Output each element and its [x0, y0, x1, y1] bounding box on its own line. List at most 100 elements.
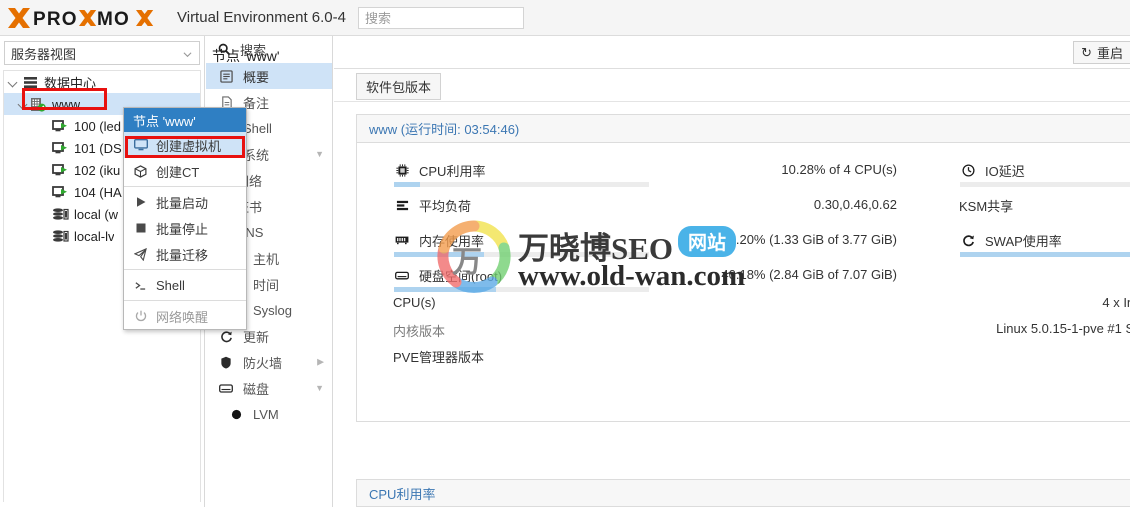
- tree-item-label: local (w: [74, 206, 119, 222]
- search-placeholder-text: 搜索: [364, 11, 391, 26]
- tab-bar: 软件包版本: [334, 69, 1130, 102]
- info-row-cpus: CPU(s) 4 x Inte: [393, 295, 1130, 321]
- chevron-right-icon: ▶: [317, 356, 324, 367]
- svg-text:PRO: PRO: [33, 9, 78, 29]
- context-menu-divider: [124, 300, 246, 301]
- metric-load-average: 平均负荷: [393, 196, 653, 231]
- view-selector[interactable]: 服务器视图: [4, 41, 200, 65]
- info-row-key: PVE管理器版本: [393, 350, 485, 365]
- tree-item-label: 100 (led: [74, 118, 121, 134]
- expand-twisty-icon[interactable]: [18, 99, 29, 110]
- metric-progress-bar: [960, 252, 1130, 257]
- tree-item-label: local-lv: [74, 228, 115, 244]
- tree-item-label: 数据中心: [44, 75, 97, 91]
- metric-label: 硬盘空间(root): [419, 268, 503, 284]
- context-menu-item-label: 创建虚拟机: [156, 138, 222, 154]
- qemu-vm-icon: [52, 185, 67, 197]
- status-panel: www (运行时间: 03:54:46) CPU利用率 平均负荷 内存使用率 硬…: [356, 114, 1130, 422]
- view-selector-label: 服务器视图: [11, 46, 77, 62]
- node-context-menu: 节点 'www' 创建虚拟机 创建CT 批量启动 批量停止 批量迁移 Shell…: [123, 107, 247, 330]
- info-row-pve-manager-version: PVE管理器版本: [393, 347, 1130, 373]
- context-menu-item-bulk-migrate[interactable]: 批量迁移: [124, 241, 246, 267]
- info-row-value: 4 x Inte: [1102, 295, 1130, 310]
- load-icon: [393, 199, 411, 212]
- tree-item-datacenter[interactable]: 数据中心: [4, 71, 200, 93]
- refresh-icon: [959, 234, 977, 247]
- clock-icon: [959, 163, 977, 177]
- context-menu-item-create-ct[interactable]: 创建CT: [124, 158, 246, 184]
- nav-item-label: Shell: [243, 120, 272, 136]
- context-menu-item-shell[interactable]: Shell: [124, 272, 246, 298]
- tree-item-label: 104 (HA: [74, 184, 122, 200]
- monitor-icon: [132, 139, 149, 151]
- main-content: 节点 'www' ↻ 重启 软件包版本 www (运行时间: 03:54:46): [212, 36, 1130, 507]
- context-menu-item-bulk-stop[interactable]: 批量停止: [124, 215, 246, 241]
- breadcrumb: 节点 'www': [212, 48, 280, 64]
- shield-icon: [218, 356, 234, 369]
- metric-label: 内存使用率: [419, 233, 485, 249]
- node-icon: [31, 97, 46, 112]
- qemu-vm-icon: [52, 141, 67, 153]
- nav-item-label: 概要: [243, 69, 270, 85]
- nav-item-label: 防火墙: [243, 355, 283, 371]
- reset-button-label: 重启: [1096, 46, 1123, 61]
- context-menu-item-bulk-start[interactable]: 批量启动: [124, 189, 246, 215]
- status-panel-title: www (运行时间: 03:54:46): [357, 115, 1130, 143]
- context-menu-divider: [124, 269, 246, 270]
- metric-cpu-usage: CPU利用率: [393, 161, 653, 196]
- ram-icon: [393, 235, 411, 245]
- chart-title: CPU利用率: [357, 480, 1130, 507]
- metric-value: 10.28% of 4 CPU(s): [781, 162, 897, 177]
- reset-button[interactable]: ↻ 重启: [1073, 41, 1130, 64]
- context-menu-item-label: 批量迁移: [156, 247, 209, 263]
- nav-item-firewall[interactable]: 防火墙 ▶: [206, 349, 332, 375]
- metric-progress-bar: [394, 182, 649, 187]
- product-title: Virtual Environment 6.0-4: [177, 9, 346, 26]
- nav-item-label: LVM: [253, 406, 279, 422]
- proxmox-logo: PRO MO: [6, 0, 168, 36]
- context-menu-item-label: 网络唤醒: [156, 309, 209, 325]
- metric-progress-bar: [960, 182, 1130, 187]
- node-info-rows: CPU(s) 4 x Inte 内核版本 Linux 5.0.15-1-pve …: [393, 295, 1130, 373]
- metric-memory-usage: 内存使用率: [393, 231, 653, 266]
- qemu-vm-icon: [52, 119, 67, 131]
- context-menu-item-create-vm[interactable]: 创建虚拟机: [124, 132, 246, 158]
- metric-label: CPU利用率: [419, 163, 486, 179]
- status-panel-body: CPU利用率 平均负荷 内存使用率 硬盘空间(root) 10.28% of 4…: [357, 143, 1130, 421]
- context-menu-item-label: 批量停止: [156, 221, 209, 237]
- info-row-value: Linux 5.0.15-1-pve #1 SM: [996, 321, 1130, 336]
- context-menu-item-label: 批量启动: [156, 195, 209, 211]
- tree-item-label: www: [52, 96, 81, 112]
- play-icon: [132, 196, 149, 208]
- cpu-usage-chart-panel: CPU利用率: [356, 479, 1130, 507]
- metric-swap-usage: SWAP使用率: [959, 231, 1130, 266]
- metric-label: 平均负荷: [419, 198, 472, 214]
- storage-icon: [53, 229, 69, 242]
- metric-value: 0.30,0.46,0.62: [813, 197, 897, 212]
- nav-item-summary[interactable]: 概要: [206, 63, 332, 89]
- nav-item-lvm[interactable]: LVM: [206, 401, 332, 427]
- context-menu-divider: [124, 186, 246, 187]
- summary-icon: [218, 69, 234, 83]
- package-versions-button[interactable]: 软件包版本: [356, 73, 442, 100]
- search-input[interactable]: 搜索: [357, 6, 524, 29]
- expand-twisty-icon[interactable]: [8, 77, 19, 88]
- lvm-icon: [228, 409, 244, 420]
- nav-item-label: 磁盘: [243, 381, 270, 397]
- context-menu-item-label: 创建CT: [156, 164, 200, 180]
- context-menu-title: 节点 'www': [124, 108, 246, 132]
- context-menu-item-wake-on-lan[interactable]: 网络唤醒: [124, 303, 246, 329]
- tree-item-label: 102 (iku: [74, 162, 121, 178]
- prompt-icon: [132, 279, 149, 292]
- reset-icon: ↻: [1081, 44, 1092, 60]
- metrics-left-column: CPU利用率 平均负荷 内存使用率 硬盘空间(root): [393, 161, 653, 301]
- box-icon: [132, 164, 149, 178]
- nav-item-disks[interactable]: 磁盘 ▼: [206, 375, 332, 401]
- metric-progress-bar: [394, 252, 649, 257]
- qemu-vm-icon: [52, 163, 67, 175]
- info-row-kernel-version: 内核版本 Linux 5.0.15-1-pve #1 SM: [393, 321, 1130, 347]
- stop-icon: [132, 222, 149, 234]
- tree-item-label: 101 (DS: [74, 140, 122, 156]
- chevron-down-icon: ▼: [315, 149, 324, 159]
- metric-ksm-sharing: KSM共享: [959, 196, 1130, 231]
